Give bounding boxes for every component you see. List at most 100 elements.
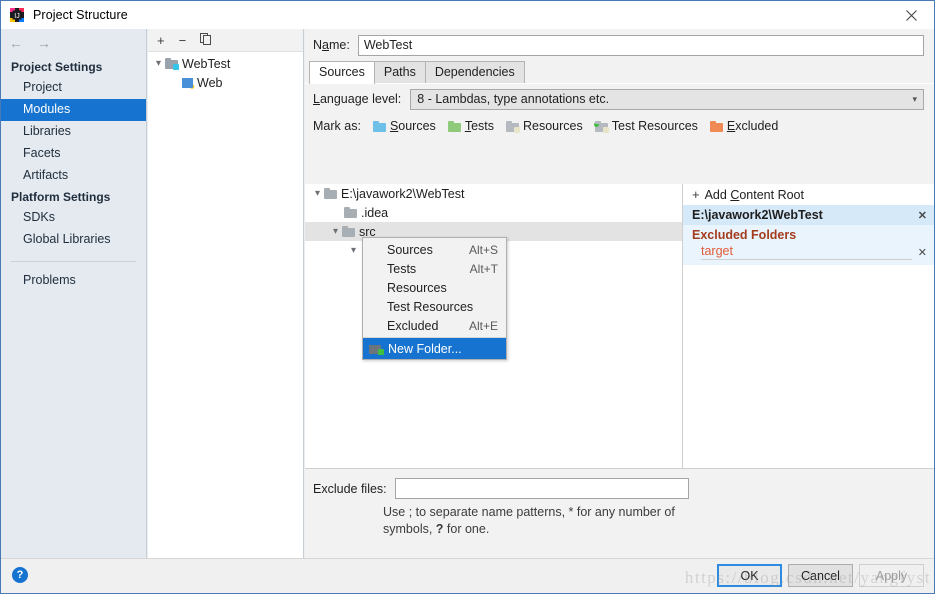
menu-item-label: Tests: [387, 261, 417, 276]
remove-module-button[interactable]: −: [179, 34, 187, 47]
mark-as-label: Mark as:: [313, 119, 361, 133]
menu-item-resources[interactable]: Resources: [363, 278, 506, 297]
apply-button[interactable]: Apply: [859, 564, 924, 587]
sidebar-item-project[interactable]: Project: [1, 77, 146, 99]
folder-icon: [344, 207, 357, 218]
folder-icon: [324, 188, 337, 199]
window-title: Project Structure: [33, 8, 128, 22]
mark-as-sources-button[interactable]: Sources: [372, 119, 436, 133]
mark-as-label-text: Tests: [464, 119, 494, 133]
excluded-folders-section: Excluded Folders target ✕: [683, 225, 934, 265]
cancel-button[interactable]: Cancel: [788, 564, 853, 587]
arrow-right-icon[interactable]: →: [37, 36, 51, 50]
language-level-value: 8 - Lambdas, type annotations etc.: [417, 92, 610, 106]
tree-row[interactable]: ▾ WebTest: [148, 54, 303, 73]
add-content-root-label: Add Content Root: [704, 187, 804, 202]
tree-row-label: E:\javawork2\WebTest: [341, 186, 465, 201]
close-icon[interactable]: ✕: [918, 246, 927, 259]
menu-item-sources[interactable]: Sources Alt+S: [363, 240, 506, 259]
sidebar-item-global-libraries[interactable]: Global Libraries: [1, 229, 146, 251]
intellij-idea-icon: IJ: [9, 7, 25, 23]
chevron-down-icon: ▾: [912, 93, 917, 104]
menu-item-label: Resources: [387, 280, 447, 295]
folder-icon: [342, 226, 355, 237]
sidebar-item-problems[interactable]: Problems: [1, 270, 146, 292]
language-level-select[interactable]: 8 - Lambdas, type annotations etc. ▾: [410, 88, 924, 110]
sidebar-group-platform-settings: Platform Settings SDKs Global Libraries: [1, 187, 146, 251]
menu-item-shortcut: Alt+T: [469, 261, 498, 276]
add-module-button[interactable]: +: [157, 34, 165, 47]
sidebar-nav-arrows: ← →: [1, 29, 146, 57]
copy-module-button[interactable]: [200, 33, 212, 47]
dialog-content: ← → Project Settings Project Modules Lib…: [1, 29, 934, 559]
excluded-folder-name: target: [701, 244, 912, 260]
module-name-input[interactable]: [357, 34, 924, 56]
exclude-files-input[interactable]: [394, 478, 689, 499]
svg-text:IJ: IJ: [14, 13, 19, 20]
plus-icon: +: [692, 187, 700, 202]
tab-sources[interactable]: Sources: [309, 61, 375, 84]
mark-as-test-resources-button[interactable]: Test Resources: [593, 119, 698, 133]
tree-row[interactable]: Web: [148, 73, 303, 92]
facet-name: Web: [197, 75, 223, 90]
window-titlebar: IJ Project Structure: [1, 1, 934, 29]
tree-row[interactable]: .idea: [305, 203, 682, 222]
mark-as-label-text: Excluded: [726, 119, 779, 133]
mark-as-resources-button[interactable]: Resources: [506, 119, 583, 133]
chevron-down-icon[interactable]: ▾: [311, 188, 324, 199]
add-content-root-button[interactable]: + Add Content Root: [683, 184, 934, 205]
module-tabs: Sources Paths Dependencies: [305, 61, 934, 84]
chevron-down-icon[interactable]: ▾: [152, 58, 165, 69]
tab-paths[interactable]: Paths: [373, 61, 426, 83]
language-level-label: Language level:: [313, 92, 402, 106]
chevron-down-icon[interactable]: ▾: [329, 226, 342, 237]
chevron-down-icon[interactable]: ▾: [347, 245, 360, 256]
menu-item-label: Test Resources: [387, 299, 474, 314]
settings-sidebar: ← → Project Settings Project Modules Lib…: [1, 29, 147, 559]
exclude-files-row: Exclude files:: [305, 478, 934, 499]
close-icon[interactable]: [888, 1, 934, 29]
folder-sources-icon: [372, 120, 386, 132]
tree-row-label: .idea: [361, 205, 389, 220]
language-level-row: Language level: 8 - Lambdas, type annota…: [305, 84, 934, 114]
menu-item-tests[interactable]: Tests Alt+T: [363, 259, 506, 278]
mark-as-tests-button[interactable]: Tests: [447, 119, 494, 133]
list-item[interactable]: target ✕: [692, 244, 927, 260]
help-button[interactable]: ?: [12, 567, 28, 583]
ok-button[interactable]: OK: [717, 564, 782, 587]
menu-item-label: New Folder...: [388, 341, 462, 356]
tab-dependencies[interactable]: Dependencies: [424, 61, 525, 83]
sidebar-item-artifacts[interactable]: Artifacts: [1, 165, 146, 187]
sidebar-divider: [11, 261, 136, 262]
mark-as-label-text: Sources: [389, 119, 436, 133]
sidebar-group-label: Project Settings: [11, 60, 103, 74]
content-root-path-bar: E:\javawork2\WebTest ✕: [683, 205, 934, 225]
modules-tree: ▾ WebTest Web: [148, 52, 303, 92]
mark-as-row: Mark as: Sources Tests Resources Test Re…: [305, 114, 934, 138]
excluded-folders-title: Excluded Folders: [692, 228, 797, 242]
sidebar-item-sdks[interactable]: SDKs: [1, 207, 146, 229]
sidebar-item-libraries[interactable]: Libraries: [1, 121, 146, 143]
menu-item-shortcut: Alt+E: [468, 318, 498, 333]
mark-as-label-text: Test Resources: [611, 119, 698, 133]
exclude-files-label: Exclude files:: [313, 481, 387, 496]
new-folder-icon: [369, 343, 384, 355]
menu-item-excluded[interactable]: Excluded Alt+E: [363, 316, 506, 335]
sidebar-item-modules[interactable]: Modules: [1, 99, 146, 121]
menu-item-shortcut: Alt+S: [468, 242, 498, 257]
module-name-row: Name:: [305, 29, 934, 61]
menu-item-test-resources[interactable]: Test Resources: [363, 297, 506, 316]
tree-row[interactable]: ▾ E:\javawork2\WebTest: [305, 184, 682, 203]
project-structure-window: IJ Project Structure ← → Project Setting…: [0, 0, 935, 594]
sidebar-item-facets[interactable]: Facets: [1, 143, 146, 165]
menu-item-label: Excluded: [387, 318, 439, 333]
menu-item-label: Sources: [387, 242, 433, 257]
folder-excluded-icon: [709, 120, 723, 132]
menu-item-new-folder[interactable]: New Folder...: [363, 338, 506, 359]
exclude-hint-line1: Use ; to separate name patterns, * for a…: [383, 505, 675, 519]
close-icon[interactable]: ✕: [918, 209, 927, 222]
arrow-left-icon[interactable]: ←: [9, 36, 23, 50]
mark-as-excluded-button[interactable]: Excluded: [709, 119, 779, 133]
exclude-hint-line2b: for one.: [443, 522, 490, 536]
web-facet-icon: [182, 77, 195, 89]
